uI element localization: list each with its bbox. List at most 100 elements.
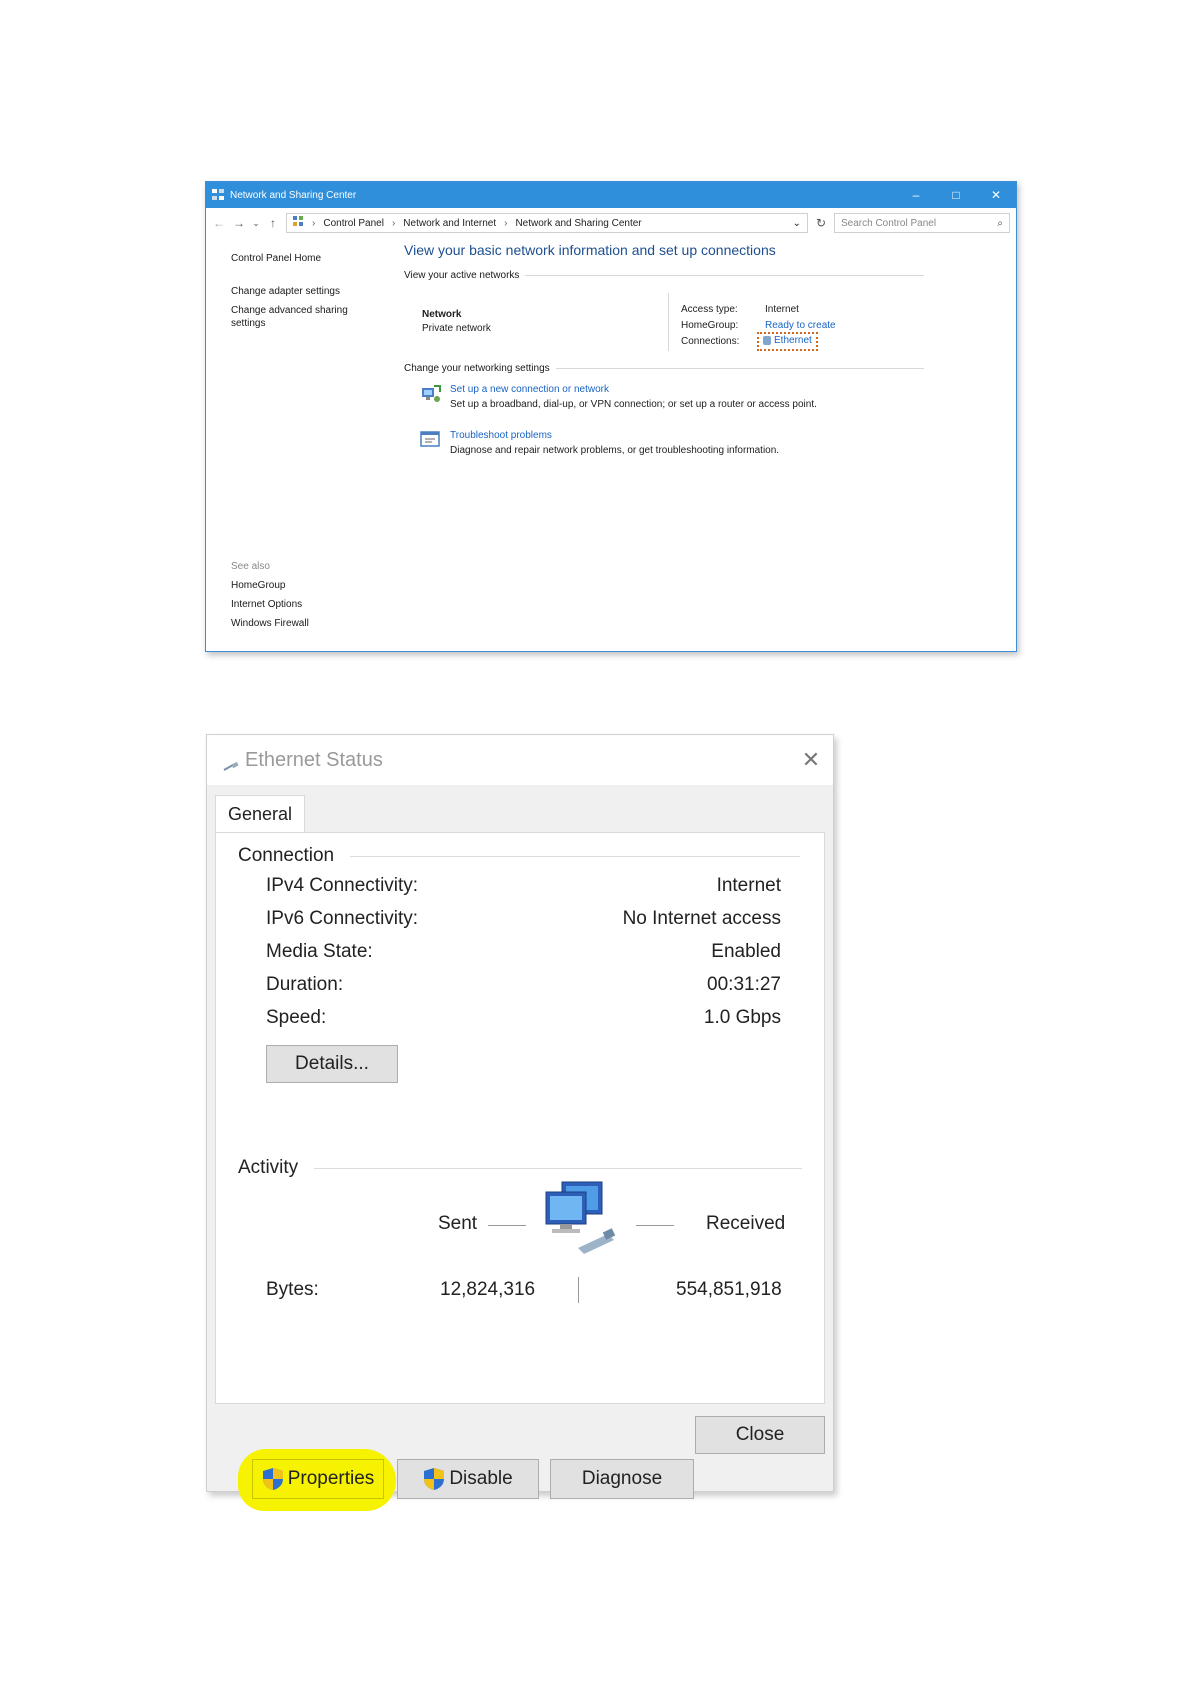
internet-options-link[interactable]: Internet Options [231,599,309,610]
maximize-button[interactable]: □ [936,182,976,208]
ethernet-cable-icon [223,759,239,771]
refresh-button[interactable]: ↻ [814,216,828,230]
address-bar[interactable]: › Control Panel › Network and Internet ›… [286,213,808,233]
disable-label: Disable [449,1468,513,1489]
activity-header-label: Activity [238,1157,299,1178]
shield-icon [423,1467,445,1491]
homegroup-link[interactable]: HomeGroup [231,580,309,591]
ethernet-link-label: Ethernet [774,334,812,346]
homegroup-ready-link[interactable]: Ready to create [765,320,836,331]
minimize-button[interactable]: – [896,182,936,208]
control-panel-icon [293,216,304,230]
general-panel: Connection IPv4 Connectivity: Internet I… [215,832,825,1511]
change-settings-header: Change your networking settings [404,363,924,374]
media-state-row: Media State: Enabled [266,941,781,963]
speed-value: 1.0 Gbps [703,1007,781,1028]
speed-row: Speed: 1.0 Gbps [266,1007,781,1029]
breadcrumb-network-internet[interactable]: Network and Internet [403,218,496,229]
divider [668,293,669,351]
bytes-received-value: 554,851,918 [676,1279,782,1300]
bytes-label: Bytes: [266,1279,319,1300]
change-advanced-sharing-link[interactable]: Change advanced sharing settings [231,304,371,330]
network-type: Private network [422,323,491,334]
chevron-icon: › [391,217,396,229]
setup-connection-task: Set up a new connection or network Set u… [420,384,924,410]
sent-line [488,1225,526,1226]
connections-label: Connections: [681,335,740,347]
connection-group-header: Connection [238,845,801,867]
dialog-title-bar: Ethernet Status ✕ [207,735,833,785]
back-button[interactable]: ← [212,216,226,230]
network-sharing-center-window: Network and Sharing Center – □ ✕ ← → ⌄ ↑… [205,181,1017,652]
main-content: View your basic network information and … [404,242,924,456]
forward-button[interactable]: → [232,216,246,230]
activity-group-header: Activity [238,1157,803,1179]
address-toolbar: ← → ⌄ ↑ › Control Panel › Network and In… [206,208,1016,238]
network-computers-icon [542,1178,622,1263]
close-icon[interactable]: ✕ [789,747,833,773]
windows-firewall-link[interactable]: Windows Firewall [231,618,309,629]
diagnose-button[interactable]: Diagnose [550,1459,694,1499]
search-input[interactable]: Search Control Panel ⌕ [834,213,1010,233]
troubleshoot-task: Troubleshoot problems Diagnose and repai… [420,430,924,456]
properties-label: Properties [287,1468,375,1489]
control-panel-home-link[interactable]: Control Panel Home [231,252,371,265]
access-type-label: Access type: [681,303,738,315]
up-button[interactable]: ↑ [266,216,280,230]
media-state-label: Media State: [266,941,373,962]
duration-label: Duration: [266,974,344,995]
troubleshoot-desc: Diagnose and repair network problems, or… [450,445,780,456]
close-button[interactable]: ✕ [976,182,1016,208]
see-also-section: See also HomeGroup Internet Options Wind… [231,561,309,637]
ipv4-row: IPv4 Connectivity: Internet [266,875,781,897]
received-label: Received [706,1213,786,1234]
change-adapter-settings-link[interactable]: Change adapter settings [231,285,371,298]
breadcrumb-control-panel[interactable]: Control Panel [323,218,384,229]
close-button[interactable]: Close [695,1416,825,1454]
ipv6-value: No Internet access [622,908,781,929]
tab-strip: General [215,795,306,833]
address-dropdown-icon[interactable]: ⌄ [793,218,801,229]
search-icon[interactable]: ⌕ [997,218,1003,229]
media-state-value: Enabled [711,941,781,962]
disable-button[interactable]: Disable [397,1459,539,1499]
bytes-divider [578,1277,579,1303]
bytes-sent-value: 12,824,316 [440,1279,536,1300]
chevron-icon: › [504,217,508,229]
left-nav: Control Panel Home Change adapter settin… [231,252,371,342]
shield-icon [262,1467,284,1491]
troubleshoot-icon [420,430,442,450]
new-connection-icon [420,384,442,404]
active-networks-label: View your active networks [404,270,520,281]
title-bar: Network and Sharing Center – □ ✕ [206,182,1016,208]
search-placeholder: Search Control Panel [841,217,937,229]
network-info: Network Private network [422,309,491,334]
recent-locations-dropdown[interactable]: ⌄ [252,218,260,229]
details-button[interactable]: Details... [266,1045,398,1083]
speed-label: Speed: [266,1007,327,1028]
window-title: Network and Sharing Center [230,189,357,201]
see-also-header: See also [231,561,270,572]
active-networks-header: View your active networks [404,270,924,281]
received-line [636,1225,674,1226]
troubleshoot-link[interactable]: Troubleshoot problems [450,430,779,441]
active-network-panel: Network Private network Access type: Int… [404,287,924,355]
ethernet-connection-link[interactable]: Ethernet [757,331,818,351]
ethernet-status-dialog: Ethernet Status ✕ General Connection IPv… [206,734,834,1511]
properties-button[interactable]: Properties [252,1459,384,1499]
ipv4-value: Internet [716,875,781,896]
ipv4-label: IPv4 Connectivity: [266,875,419,896]
ethernet-icon [763,335,771,345]
change-settings-label: Change your networking settings [404,363,550,374]
sent-label: Sent [438,1213,478,1234]
homegroup-label: HomeGroup: [681,319,739,331]
network-properties: Access type: Internet HomeGroup: Ready t… [681,301,836,351]
chevron-icon: › [312,217,316,229]
network-name: Network [422,309,462,320]
page-title: View your basic network information and … [404,242,776,258]
dialog-title: Ethernet Status [245,748,383,771]
breadcrumb-network-sharing-center[interactable]: Network and Sharing Center [515,218,641,229]
tab-general[interactable]: General [215,795,306,833]
setup-connection-desc: Set up a broadband, dial-up, or VPN conn… [450,399,817,410]
setup-connection-link[interactable]: Set up a new connection or network [450,384,817,395]
